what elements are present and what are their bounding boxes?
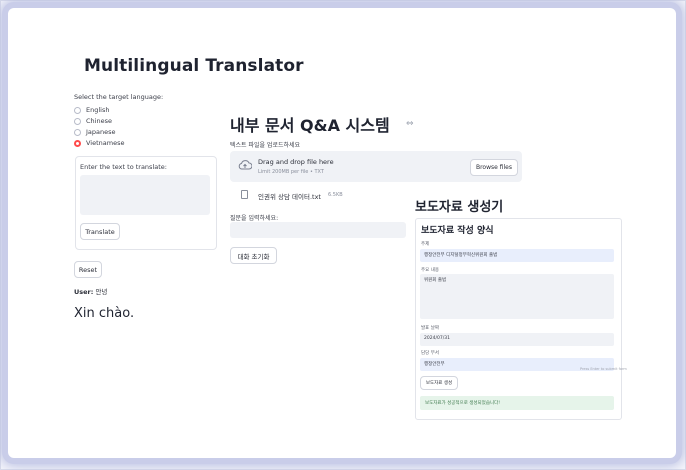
translate-textarea[interactable]	[80, 175, 210, 215]
language-label: Select the target language:	[74, 93, 164, 101]
qa-title: 내부 문서 Q&A 시스템	[230, 116, 390, 135]
radio-circle-selected[interactable]	[74, 139, 81, 147]
text-label: Enter the text to translate:	[80, 163, 167, 171]
radio-label: English	[86, 106, 110, 114]
form-title: 보도자료 작성 양식	[421, 226, 494, 236]
radio-circle[interactable]	[74, 128, 81, 136]
success-alert: 보도자료가 성공적으로 생성되었습니다!	[420, 396, 614, 410]
limit-text: Limit 200MB per file • TXT	[258, 169, 324, 175]
generate-press-button[interactable]: 보도자료 생성	[420, 376, 458, 390]
upload-label: 텍스트 파일을 업로드하세요	[230, 142, 301, 149]
chat-user-line: User: 안녕	[74, 286, 107, 296]
subject-input[interactable]: 행정안전부 디지털정부혁신위원회 출범	[420, 249, 614, 262]
press-title: 보도자료 생성기	[415, 200, 504, 215]
translation-result: Xin chào.	[74, 306, 135, 321]
radio-label: Vietnamese	[86, 139, 125, 147]
radio-english[interactable]: English	[74, 106, 109, 114]
translate-button[interactable]: Translate	[80, 223, 120, 240]
content-label: 주요 내용	[421, 268, 439, 273]
date-input[interactable]: 2024/07/31	[420, 333, 614, 346]
question-label: 질문을 입력하세요:	[230, 215, 279, 222]
reset-button[interactable]: Reset	[74, 261, 102, 278]
radio-vietnamese[interactable]: Vietnamese	[74, 139, 124, 147]
user-text: 안녕	[95, 288, 108, 296]
radio-circle[interactable]	[74, 106, 81, 114]
translator-title: Multilingual Translator	[84, 56, 304, 76]
link-icon[interactable]: ⇔	[406, 119, 414, 129]
file-icon	[241, 190, 248, 199]
radio-label: Japanese	[86, 128, 116, 136]
radio-circle[interactable]	[74, 117, 81, 125]
date-label: 발표 날짜	[421, 326, 439, 331]
subject-label: 주제	[421, 242, 430, 247]
user-label: User:	[74, 288, 94, 296]
content-textarea[interactable]: 위원회 출범	[420, 274, 614, 319]
question-input[interactable]	[230, 222, 406, 238]
cloud-upload-icon	[238, 160, 252, 170]
radio-chinese[interactable]: Chinese	[74, 117, 112, 125]
submit-hint: Press Enter to submit form	[580, 367, 627, 371]
browse-files-button[interactable]: Browse files	[470, 159, 518, 176]
uploaded-file-name: 인권위 상담 데이터.txt	[258, 193, 321, 201]
collage-canvas: Multilingual Translator Select the targe…	[20, 18, 662, 450]
radio-japanese[interactable]: Japanese	[74, 128, 116, 136]
reset-chat-button[interactable]: 대화 초기화	[230, 247, 277, 264]
radio-label: Chinese	[86, 117, 112, 125]
contact-label: 담당 부서	[421, 351, 439, 356]
drop-text: Drag and drop file here	[258, 158, 334, 166]
uploaded-file-size: 6.5KB	[328, 192, 343, 198]
